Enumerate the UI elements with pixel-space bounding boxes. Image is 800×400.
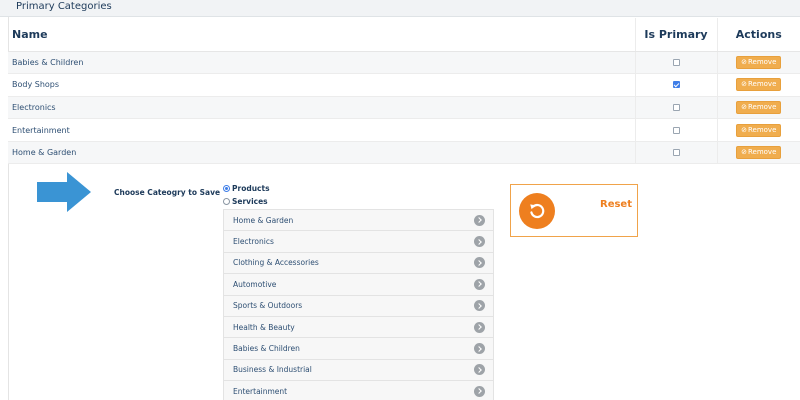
- table-row: Babies & Children ⊘Remove: [8, 51, 800, 75]
- reset-undo-icon: [519, 193, 555, 229]
- table-row: Home & Garden ⊘Remove: [8, 141, 800, 165]
- chevron-right-icon: [474, 278, 485, 290]
- remove-circle-icon: ⊘: [741, 80, 747, 89]
- table-row: Electronics ⊘Remove: [8, 96, 800, 120]
- header-actions: Actions: [716, 18, 800, 52]
- list-item-label: Automotive: [233, 279, 277, 289]
- radio-services[interactable]: Services: [223, 197, 268, 206]
- category-name: Electronics: [8, 96, 635, 120]
- radio-products-label: Products: [232, 184, 270, 193]
- list-item[interactable]: Business & Industrial: [224, 359, 493, 382]
- category-name: Babies & Children: [8, 51, 635, 75]
- header-name: Name: [8, 18, 635, 52]
- list-item-label: Entertainment: [233, 386, 288, 396]
- chevron-right-icon: [474, 236, 485, 248]
- list-item[interactable]: Sports & Outdoors: [224, 295, 493, 317]
- remove-button-label: Remove: [747, 80, 777, 89]
- list-item[interactable]: Automotive: [224, 274, 493, 296]
- list-item-label: Clothing & Accessories: [233, 258, 319, 268]
- remove-button[interactable]: ⊘Remove: [736, 78, 782, 92]
- table-row: Entertainment ⊘Remove: [8, 118, 800, 142]
- chevron-right-icon: [474, 214, 485, 226]
- category-list: Home & Garden Electronics Clothing & Acc…: [223, 209, 494, 400]
- list-item[interactable]: Entertainment: [224, 381, 493, 400]
- list-item-label: Home & Garden: [233, 215, 294, 225]
- is-primary-checkbox[interactable]: [672, 58, 680, 66]
- radio-products-button[interactable]: [223, 185, 230, 192]
- list-item-label: Health & Beauty: [233, 322, 295, 332]
- is-primary-checkbox[interactable]: [672, 81, 680, 89]
- list-item-label: Business & Industrial: [233, 365, 312, 375]
- chevron-right-icon: [474, 343, 485, 355]
- remove-button[interactable]: ⊘Remove: [736, 146, 782, 160]
- radio-services-button[interactable]: [223, 198, 230, 205]
- chevron-right-icon: [474, 385, 485, 397]
- category-name: Body Shops: [8, 73, 635, 97]
- remove-circle-icon: ⊘: [741, 125, 747, 134]
- list-item-label: Electronics: [233, 237, 274, 247]
- reset-label: Reset: [600, 199, 632, 210]
- chevron-right-icon: [474, 257, 485, 269]
- remove-button-label: Remove: [747, 57, 777, 66]
- remove-circle-icon: ⊘: [741, 148, 747, 157]
- remove-button-label: Remove: [747, 102, 777, 111]
- radio-services-label: Services: [232, 197, 268, 206]
- category-name: Home & Garden: [8, 141, 635, 165]
- categories-table: Name Is Primary Actions Babies & Childre…: [8, 18, 800, 165]
- is-primary-checkbox[interactable]: [672, 103, 680, 111]
- remove-button-label: Remove: [747, 148, 777, 157]
- reset-button[interactable]: Reset: [510, 184, 638, 237]
- chevron-right-icon: [474, 321, 485, 333]
- remove-circle-icon: ⊘: [741, 57, 747, 66]
- remove-button[interactable]: ⊘Remove: [736, 100, 782, 114]
- choose-category-label: Choose Cateogry to Save: [114, 188, 221, 197]
- list-item[interactable]: Clothing & Accessories: [224, 252, 493, 275]
- category-name: Entertainment: [8, 118, 635, 142]
- is-primary-checkbox[interactable]: [672, 126, 680, 134]
- remove-circle-icon: ⊘: [741, 102, 747, 111]
- header-is-primary: Is Primary: [634, 18, 717, 52]
- panel-header: Primary Categories: [0, 0, 800, 17]
- remove-button[interactable]: ⊘Remove: [736, 55, 782, 69]
- remove-button-label: Remove: [747, 125, 777, 134]
- list-item-label: Babies & Children: [233, 344, 300, 354]
- remove-button[interactable]: ⊘Remove: [736, 123, 782, 137]
- list-item[interactable]: Electronics: [224, 231, 493, 253]
- list-item-label: Sports & Outdoors: [233, 301, 303, 311]
- list-item[interactable]: Health & Beauty: [224, 316, 493, 339]
- chevron-right-icon: [474, 300, 485, 312]
- list-item[interactable]: Babies & Children: [224, 338, 493, 360]
- is-primary-checkbox[interactable]: [672, 149, 680, 157]
- arrow-right-icon: [37, 172, 91, 212]
- radio-products[interactable]: Products: [223, 184, 270, 193]
- panel-title: Primary Categories: [16, 1, 112, 12]
- table-header-row: Name Is Primary Actions: [8, 18, 800, 52]
- chevron-right-icon: [474, 364, 485, 376]
- table-row: Body Shops ⊘Remove: [8, 73, 800, 97]
- list-item[interactable]: Home & Garden: [224, 210, 493, 232]
